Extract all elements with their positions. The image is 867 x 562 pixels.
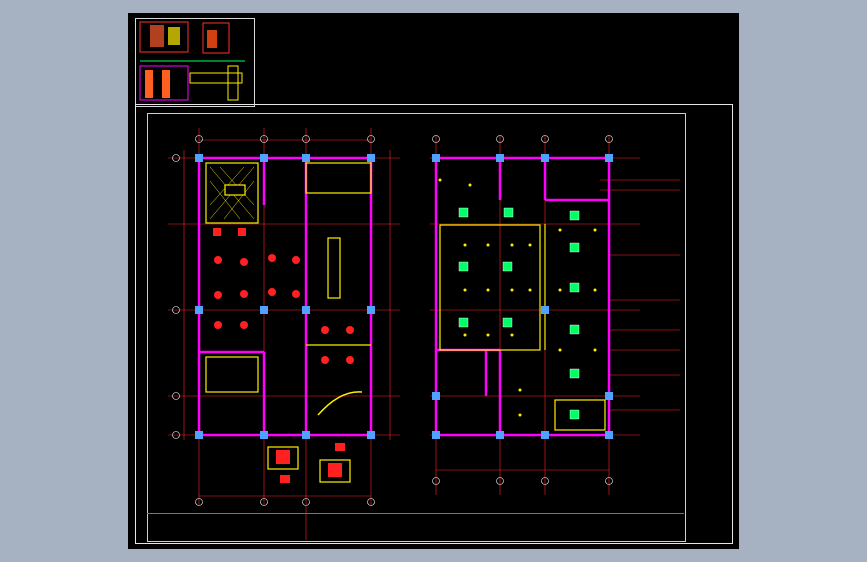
right-ceiling-plan <box>430 135 680 495</box>
left-floor-plan <box>168 128 400 506</box>
floor-plan-drawing[interactable] <box>0 0 867 562</box>
thumbnail-sketch <box>139 21 245 101</box>
